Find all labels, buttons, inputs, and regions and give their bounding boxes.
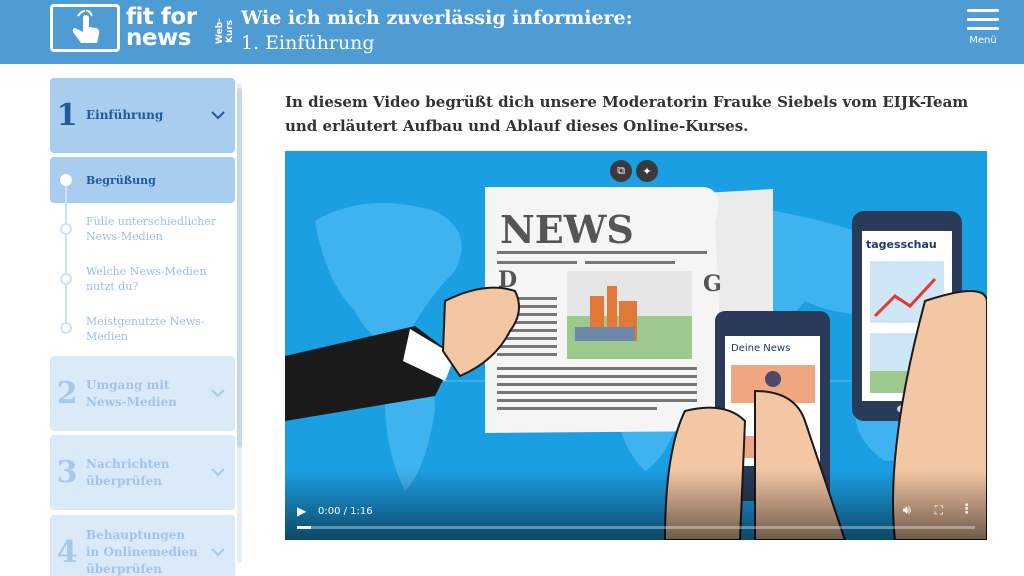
lesson-timeline bbox=[65, 180, 67, 328]
lesson-dot bbox=[60, 223, 72, 235]
chapter-2[interactable]: 2 Umgang mit News-Medien bbox=[50, 356, 235, 431]
play-icon[interactable]: ▶ bbox=[297, 504, 306, 518]
intro-text: In diesem Video begrüßt dich unsere Mode… bbox=[285, 93, 969, 135]
sidebar-scroll-thumb[interactable] bbox=[237, 88, 242, 448]
svg-text:Deine News: Deine News bbox=[731, 343, 790, 354]
video-time: 0:00 / 1:16 bbox=[318, 506, 373, 517]
chapter-label: Einführung bbox=[86, 108, 164, 122]
logo-text: fit for news bbox=[126, 4, 197, 51]
video-progress-track[interactable] bbox=[297, 526, 975, 529]
lesson-meistgenutzte-news-medien[interactable]: Meistgenutzte News-Medien bbox=[86, 314, 226, 344]
menu-label: Menü bbox=[969, 35, 997, 46]
chapter-1[interactable]: 1 Einführung bbox=[50, 78, 235, 153]
svg-text:G: G bbox=[703, 271, 722, 297]
chapter-3[interactable]: 3 Nachrichten überprüfen bbox=[50, 435, 235, 510]
logo-side-text: Web-Kurs bbox=[215, 18, 235, 44]
chapter-number: 3 bbox=[56, 455, 78, 490]
page-title: Wie ich mich zuverlässig informiere: 1. … bbox=[241, 6, 633, 56]
lesson-dot bbox=[60, 174, 72, 186]
lesson-fuelle-news-medien[interactable]: Fülle unterschiedlicher News-Medien bbox=[86, 214, 226, 244]
svg-text:tagesschau: tagesschau bbox=[866, 238, 937, 251]
video-progress-fill bbox=[297, 526, 311, 529]
logo[interactable]: fit for news bbox=[50, 4, 197, 52]
chevron-down-icon bbox=[201, 386, 235, 402]
chapter-number: 4 bbox=[56, 535, 78, 570]
pip-icon[interactable]: ⧉ bbox=[610, 160, 632, 182]
chevron-down-icon bbox=[201, 545, 235, 561]
chapter-number: 1 bbox=[56, 98, 78, 133]
menu-button[interactable]: Menü bbox=[966, 9, 1000, 46]
more-icon[interactable]: ⋮ bbox=[960, 502, 973, 517]
chapter-label: Umgang mit News-Medien bbox=[86, 377, 177, 409]
lesson-dot bbox=[60, 322, 72, 334]
fullscreen-icon[interactable]: ⛶ bbox=[935, 503, 943, 518]
chapter-number: 2 bbox=[56, 376, 78, 411]
lesson-begruessung[interactable]: Begrüßung bbox=[86, 173, 226, 188]
video-player[interactable]: NEWS D G Deine News tagesschau ⧉ ✦ ▶ 0:0… bbox=[285, 151, 987, 540]
video-overlay-buttons: ⧉ ✦ bbox=[610, 160, 658, 182]
lesson-dot bbox=[60, 273, 72, 285]
svg-text:NEWS: NEWS bbox=[500, 207, 634, 252]
chevron-down-icon bbox=[201, 108, 235, 124]
volume-icon[interactable]: 🔊︎ bbox=[903, 503, 911, 518]
chapter-label: Behauptungen in Onlinemedien überprüfen bbox=[86, 528, 198, 576]
chapter-label: Nachrichten überprüfen bbox=[86, 456, 170, 488]
lesson-welche-news-medien[interactable]: Welche News-Medien nutzt du? bbox=[86, 264, 226, 294]
chapter-title: 1. Einführung bbox=[241, 32, 375, 54]
menu-icon bbox=[967, 9, 999, 12]
sparkle-icon[interactable]: ✦ bbox=[636, 160, 658, 182]
chevron-down-icon bbox=[201, 465, 235, 481]
hand-tap-icon bbox=[50, 4, 120, 52]
header: fit for news Web-Kurs Wie ich mich zuver… bbox=[0, 0, 1024, 64]
video-controls: ▶ 0:00 / 1:16 🔊︎ ⛶ ⋮ bbox=[285, 492, 987, 540]
chapter-4[interactable]: 4 Behauptungen in Onlinemedien überprüfe… bbox=[50, 515, 235, 576]
course-title: Wie ich mich zuverlässig informiere: bbox=[241, 7, 633, 29]
